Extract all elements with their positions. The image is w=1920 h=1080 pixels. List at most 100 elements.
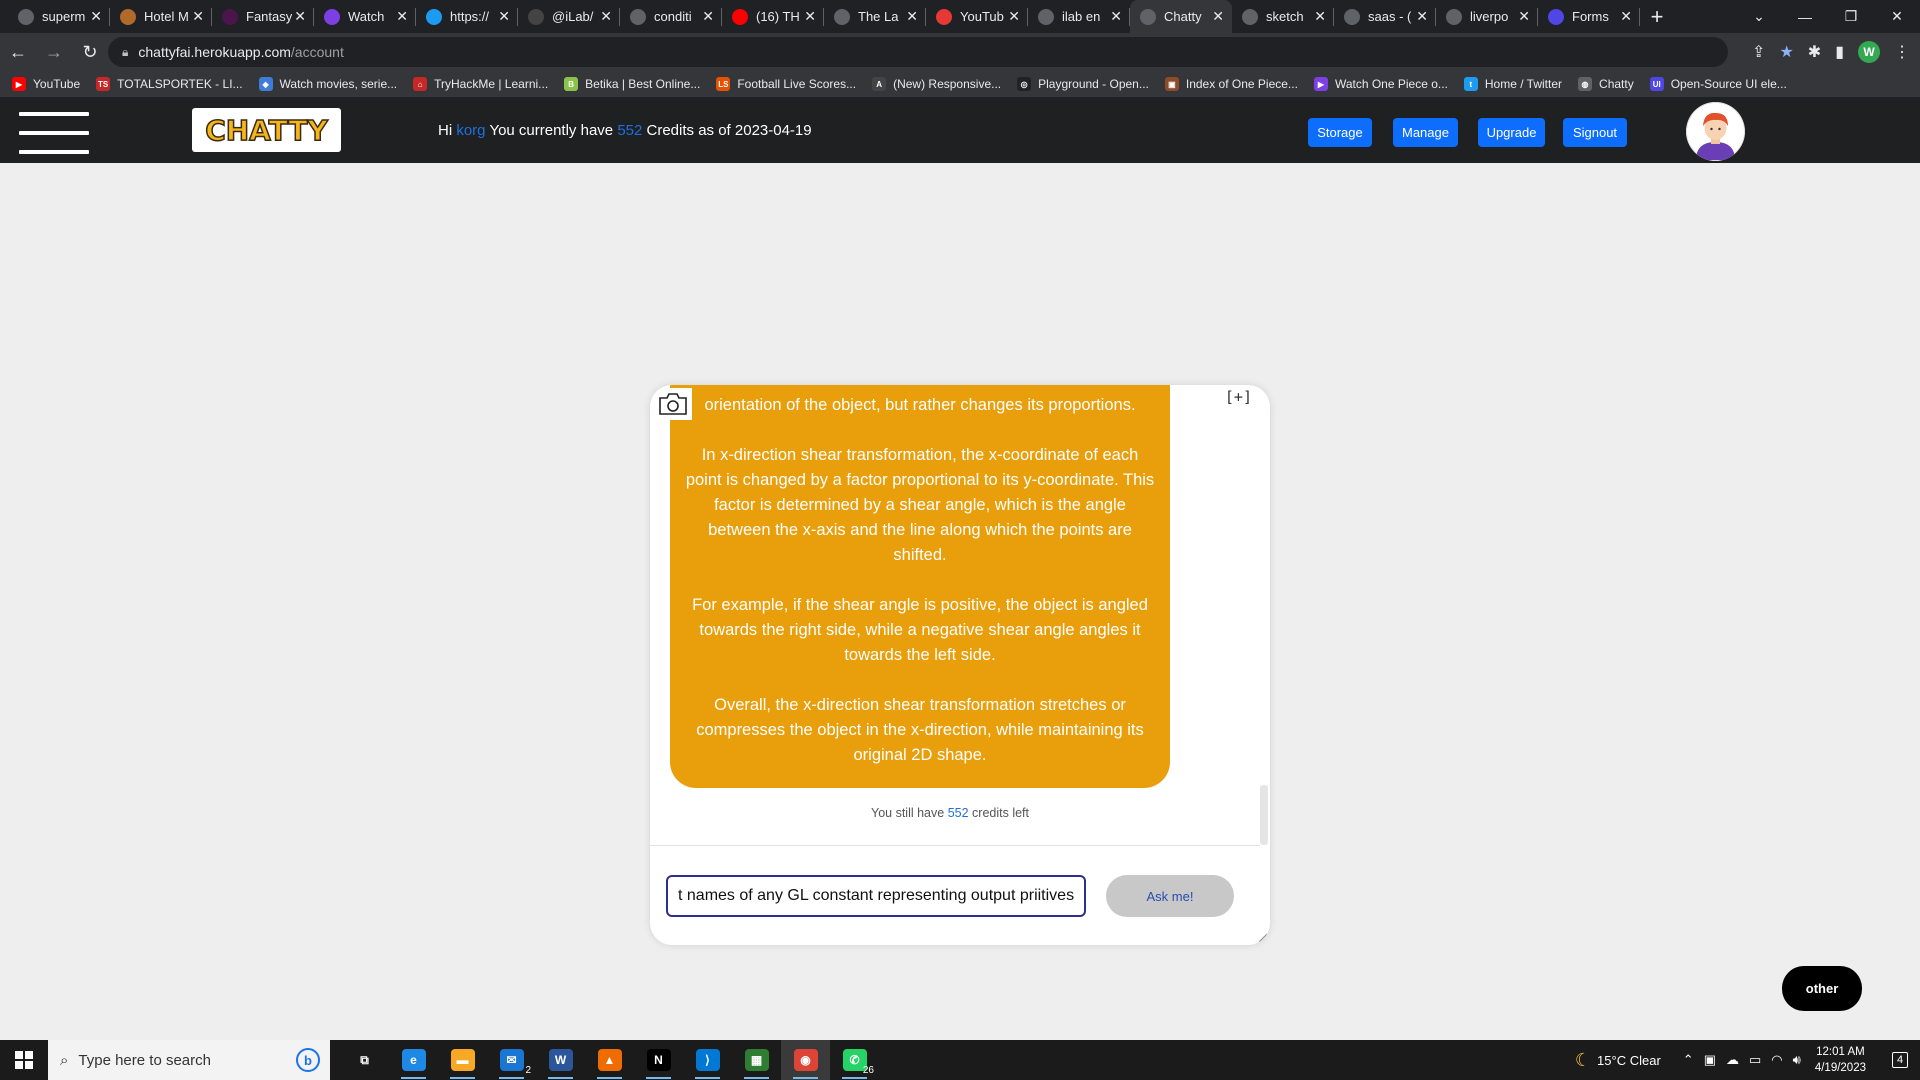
back-button[interactable]: ← — [0, 34, 36, 70]
reload-button[interactable]: ↻ — [72, 34, 108, 70]
tab-close-icon[interactable]: ✕ — [804, 8, 816, 25]
expand-button[interactable]: [+] — [1225, 388, 1252, 406]
volume-icon[interactable]: 🔊︎ — [1793, 1052, 1801, 1068]
word-icon: W — [548, 1049, 573, 1071]
other-button[interactable]: other — [1782, 966, 1862, 1011]
restore-button[interactable]: ❐ — [1828, 0, 1874, 33]
tab-close-icon[interactable]: ✕ — [1518, 8, 1530, 25]
bookmark-item[interactable]: A (New) Responsive... — [872, 77, 1001, 91]
signout-button[interactable]: Signout — [1563, 118, 1627, 147]
tab-close-icon[interactable]: ✕ — [192, 8, 204, 25]
new-tab-button[interactable]: + — [1640, 0, 1674, 33]
tab-close-icon[interactable]: ✕ — [294, 8, 306, 25]
tab-close-icon[interactable]: ✕ — [1416, 8, 1428, 25]
taskbar-app-netflix[interactable]: N — [634, 1040, 683, 1080]
close-window-button[interactable]: ✕ — [1874, 0, 1920, 33]
hamburger-menu-icon[interactable] — [19, 112, 89, 154]
notification-center-icon[interactable]: 4 — [1880, 1040, 1920, 1080]
bookmark-item[interactable]: t Home / Twitter — [1463, 77, 1563, 91]
wifi-icon[interactable]: ◠ — [1771, 1052, 1782, 1068]
browser-tab[interactable]: saas - (✕ — [1334, 0, 1436, 33]
bookmark-item[interactable]: B Betika | Best Online... — [564, 77, 700, 91]
chatty-logo[interactable]: CHATTY — [192, 108, 341, 152]
tab-close-icon[interactable]: ✕ — [1314, 8, 1326, 25]
taskbar-app-mail[interactable]: ✉ 2 — [487, 1040, 536, 1080]
tab-close-icon[interactable]: ✕ — [1110, 8, 1122, 25]
credits-left-prefix: You still have — [871, 806, 945, 820]
battery-icon[interactable]: ▭ — [1749, 1052, 1761, 1068]
bookmark-item[interactable]: TS TOTALSPORTEK - LI... — [96, 77, 243, 91]
bookmark-item[interactable]: ◈ Watch movies, serie... — [258, 77, 397, 91]
taskbar-app-sheets[interactable]: ▦ — [732, 1040, 781, 1080]
taskbar-app-word[interactable]: W — [536, 1040, 585, 1080]
meet-icon[interactable]: ▣ — [1704, 1052, 1716, 1068]
user-avatar[interactable] — [1686, 102, 1745, 161]
ask-me-button[interactable]: Ask me! — [1106, 875, 1234, 917]
browser-tab[interactable]: @iLab/ ✕ — [518, 0, 620, 33]
tab-close-icon[interactable]: ✕ — [702, 8, 714, 25]
tab-close-icon[interactable]: ✕ — [1620, 8, 1632, 25]
onedrive-icon[interactable]: ☁ — [1726, 1052, 1739, 1068]
taskbar-app-task-view[interactable]: ⧉ — [340, 1040, 389, 1080]
forward-button[interactable]: → — [36, 34, 72, 70]
tab-close-icon[interactable]: ✕ — [906, 8, 918, 25]
storage-button[interactable]: Storage — [1308, 118, 1372, 147]
taskbar-app-chrome[interactable]: ◉ — [781, 1040, 830, 1080]
chat-scrollbar[interactable] — [1260, 785, 1268, 845]
manage-button[interactable]: Manage — [1393, 118, 1458, 147]
windows-start-icon[interactable] — [0, 1040, 48, 1080]
browser-tab[interactable]: Hotel M ✕ — [110, 0, 212, 33]
bookmark-item[interactable]: ◍ Chatty — [1578, 77, 1634, 91]
taskbar-app-vscode[interactable]: ⟩ — [683, 1040, 732, 1080]
resize-handle-icon[interactable] — [1256, 931, 1268, 943]
browser-tab[interactable]: (16) TH ✕ — [722, 0, 824, 33]
upgrade-button[interactable]: Upgrade — [1478, 118, 1545, 147]
bookmark-item[interactable]: LS Football Live Scores... — [716, 77, 856, 91]
bookmark-star-icon[interactable]: ★ — [1779, 42, 1793, 62]
browser-tab[interactable]: YouTub ✕ — [926, 0, 1028, 33]
tab-close-icon[interactable]: ✕ — [1212, 8, 1224, 25]
side-panel-icon[interactable]: ▮ — [1835, 42, 1844, 62]
bing-icon[interactable]: b — [296, 1048, 320, 1072]
bookmark-item[interactable]: UI Open-Source UI ele... — [1649, 77, 1787, 91]
browser-tab[interactable]: ilab en ✕ — [1028, 0, 1130, 33]
browser-tab[interactable]: Forms ✕ — [1538, 0, 1640, 33]
weather-widget[interactable]: ☾ 15°C Clear — [1575, 1050, 1661, 1071]
browser-tab[interactable]: Chatty ✕ — [1130, 0, 1232, 33]
address-bar[interactable]: 🔒︎ chattyfai.herokuapp.com/account — [108, 37, 1728, 67]
profile-avatar[interactable]: W — [1858, 41, 1880, 63]
tab-close-icon[interactable]: ✕ — [498, 8, 510, 25]
browser-tab[interactable]: https:// ✕ — [416, 0, 518, 33]
browser-tab[interactable]: Watch ✕ — [314, 0, 416, 33]
browser-tab[interactable]: sketch ✕ — [1232, 0, 1334, 33]
bookmark-item[interactable]: ▣ Index of One Piece... — [1164, 77, 1298, 91]
share-icon[interactable]: ⇪ — [1752, 42, 1765, 62]
tab-close-icon[interactable]: ✕ — [600, 8, 612, 25]
chevron-up-icon[interactable]: ⌃ — [1683, 1052, 1694, 1068]
browser-tab[interactable]: liverpo ✕ — [1436, 0, 1538, 33]
tab-search-icon[interactable]: ⌄ — [1736, 0, 1782, 33]
tab-close-icon[interactable]: ✕ — [90, 8, 102, 25]
tab-close-icon[interactable]: ✕ — [1008, 8, 1020, 25]
question-input[interactable] — [666, 875, 1086, 917]
taskbar-app-edge[interactable]: e — [389, 1040, 438, 1080]
minimize-button[interactable]: — — [1782, 0, 1828, 33]
browser-tab[interactable]: The La ✕ — [824, 0, 926, 33]
clock[interactable]: 12:01 AM 4/19/2023 — [1815, 1044, 1866, 1076]
browser-tab[interactable]: superm ✕ — [8, 0, 110, 33]
taskbar-search[interactable]: ⌕ Type here to search b — [48, 1040, 330, 1080]
extensions-icon[interactable]: ✱ — [1808, 42, 1821, 62]
taskbar-app-vlc[interactable]: ▲ — [585, 1040, 634, 1080]
bookmark-item[interactable]: ◎ Playground - Open... — [1017, 77, 1149, 91]
bookmark-item[interactable]: ⌂ TryHackMe | Learni... — [413, 77, 548, 91]
browser-tab[interactable]: Fantasy ✕ — [212, 0, 314, 33]
menu-kebab-icon[interactable]: ⋮ — [1894, 42, 1910, 62]
bookmark-label: Home / Twitter — [1484, 77, 1563, 91]
browser-tab[interactable]: conditi ✕ — [620, 0, 722, 33]
bookmark-item[interactable]: ▶ YouTube — [12, 77, 80, 91]
taskbar-app-whatsapp[interactable]: ✆ 26 — [830, 1040, 879, 1080]
bookmark-item[interactable]: ▶ Watch One Piece o... — [1313, 77, 1448, 91]
screenshot-camera-icon[interactable] — [654, 388, 692, 420]
tab-close-icon[interactable]: ✕ — [396, 8, 408, 25]
taskbar-app-file-explorer[interactable]: ▬ — [438, 1040, 487, 1080]
